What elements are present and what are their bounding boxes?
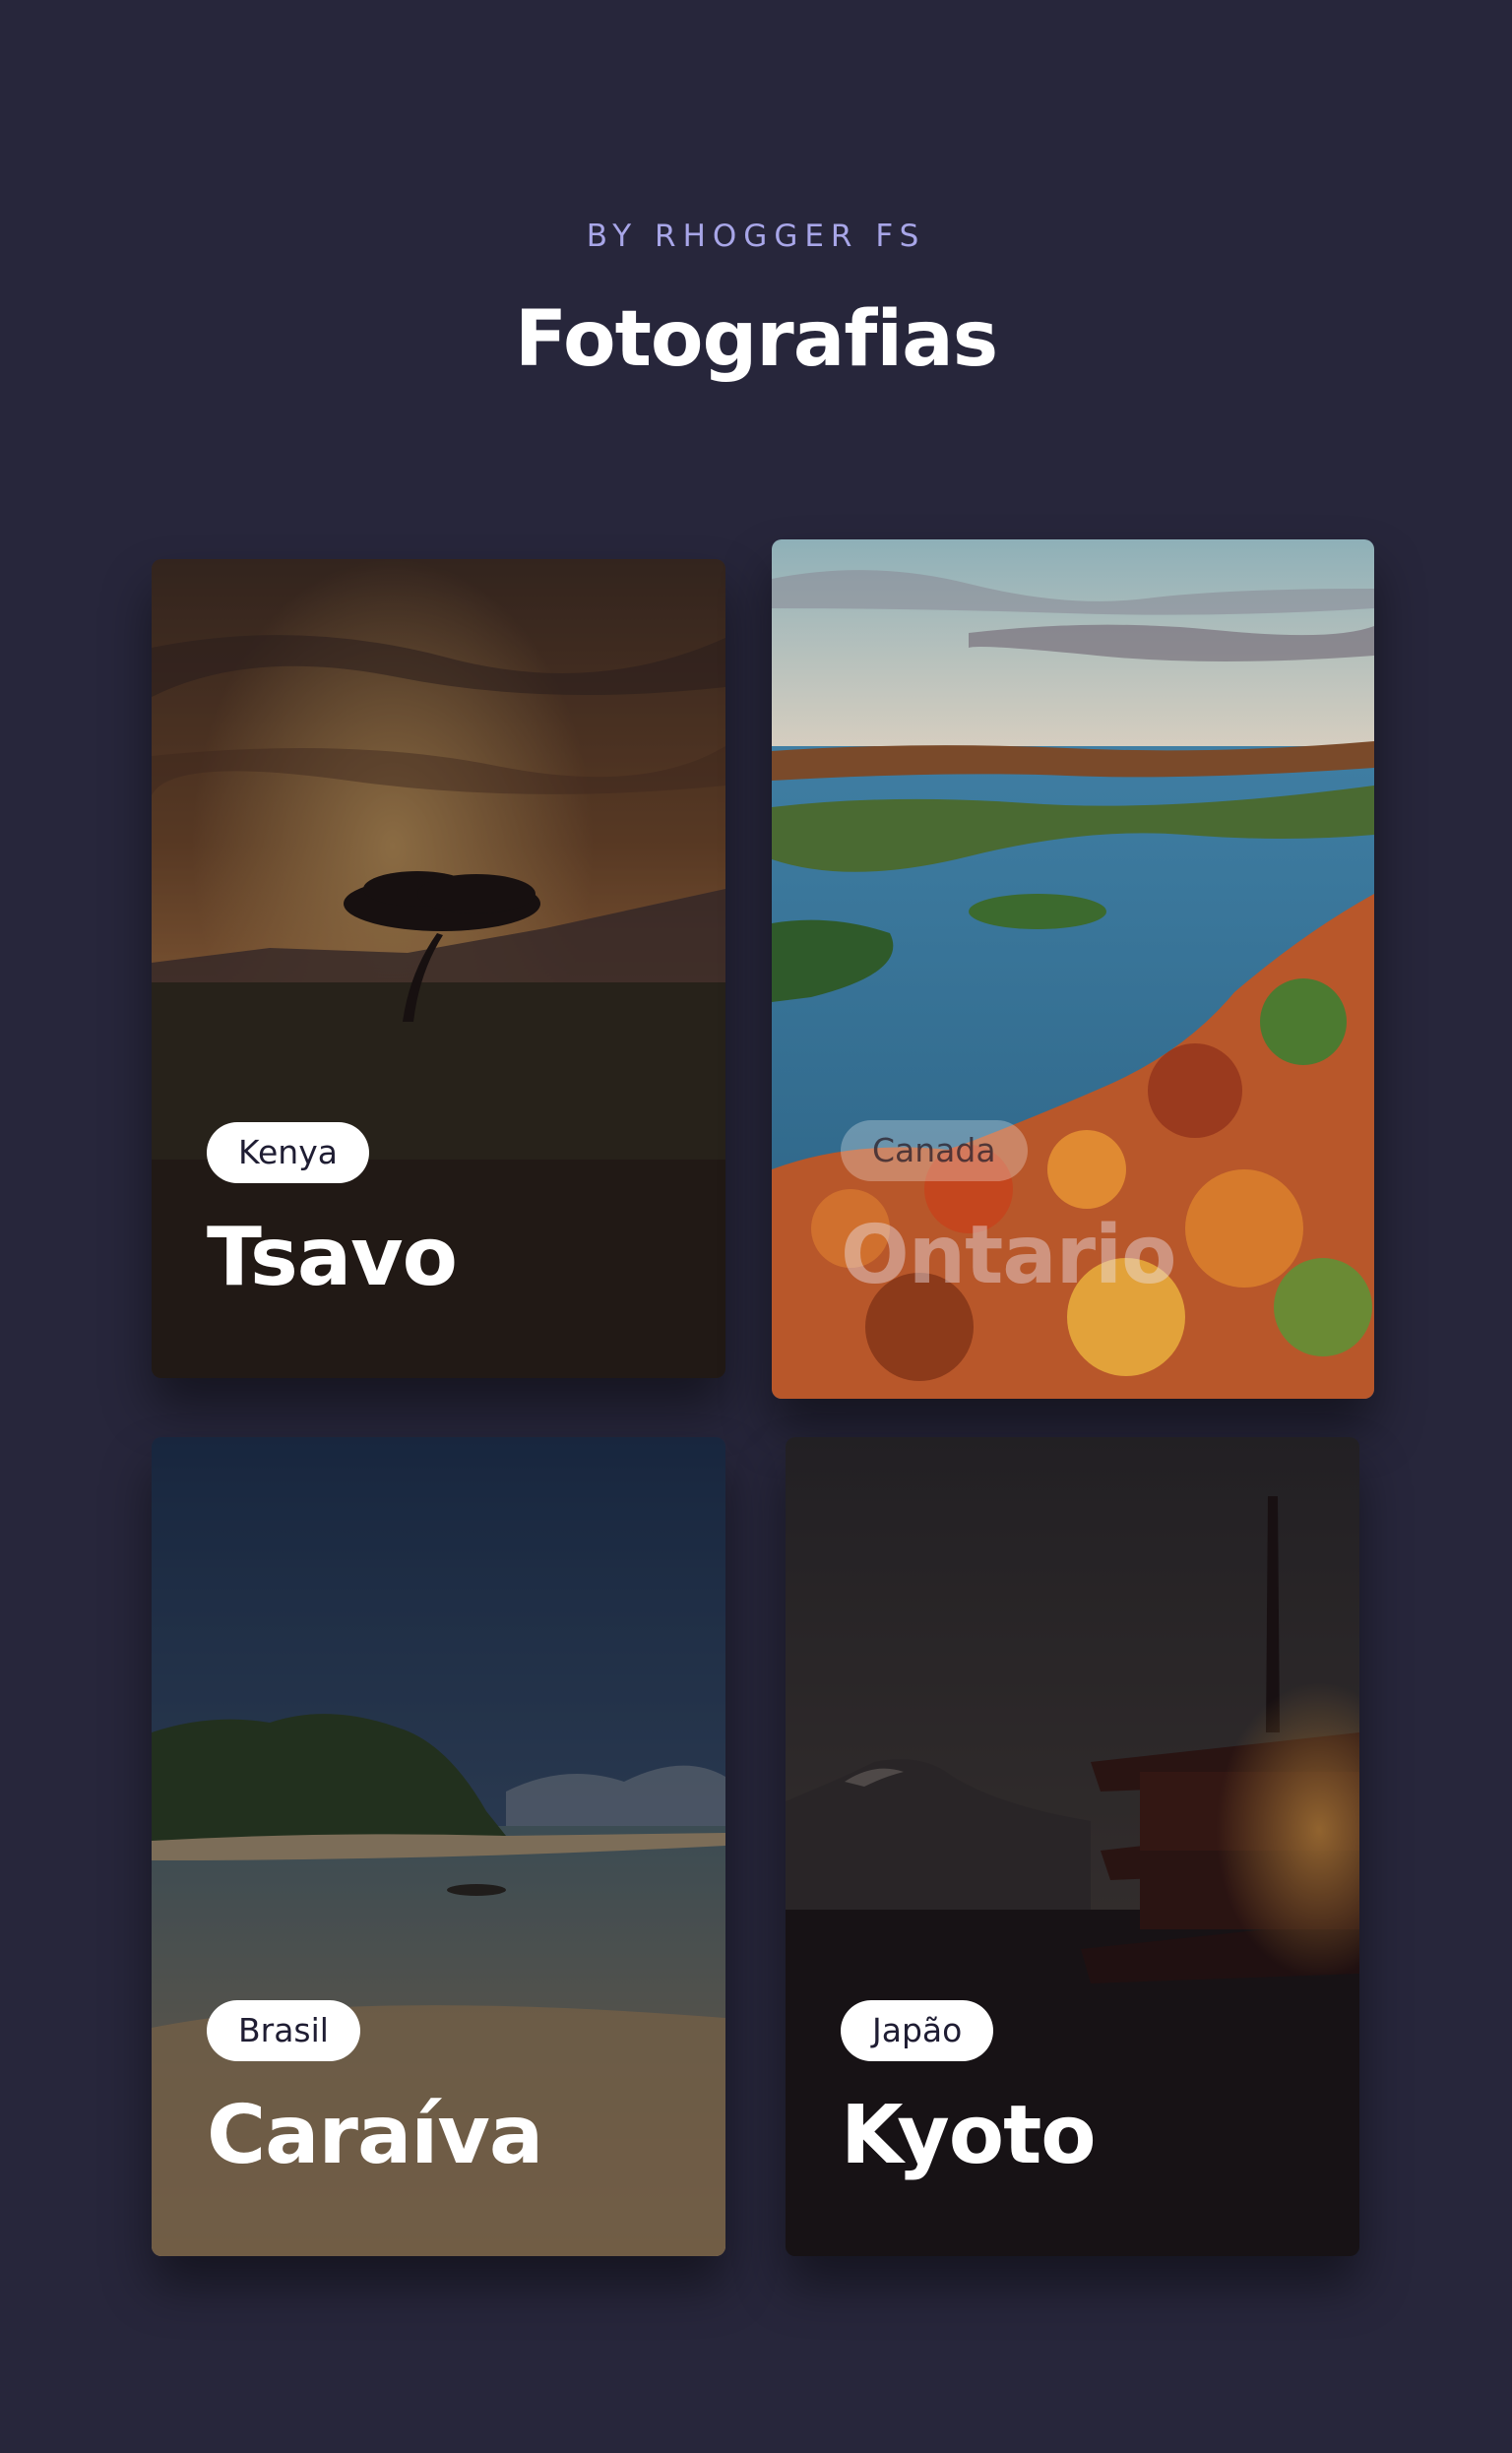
photo-card-tsavo[interactable]: Kenya Tsavo [152, 559, 725, 1378]
author-subtitle: BY RHOGGER FS [586, 219, 926, 254]
page-title: Fotografias [514, 295, 998, 384]
country-badge: Japão [841, 2000, 994, 2061]
country-badge: Brasil [207, 2000, 360, 2061]
place-title: Caraíva [207, 2089, 543, 2182]
photo-card-kyoto[interactable]: Japão Kyoto [786, 1437, 1359, 2256]
place-title: Ontario [841, 1209, 1176, 1302]
country-badge: Canada [841, 1120, 1028, 1181]
place-title: Kyoto [841, 2089, 1097, 2182]
place-title: Tsavo [207, 1211, 458, 1304]
country-badge: Kenya [207, 1122, 369, 1183]
photo-card-caraiva[interactable]: Brasil Caraíva [152, 1437, 725, 2256]
photo-card-ontario[interactable]: Canada Ontario [772, 539, 1374, 1399]
